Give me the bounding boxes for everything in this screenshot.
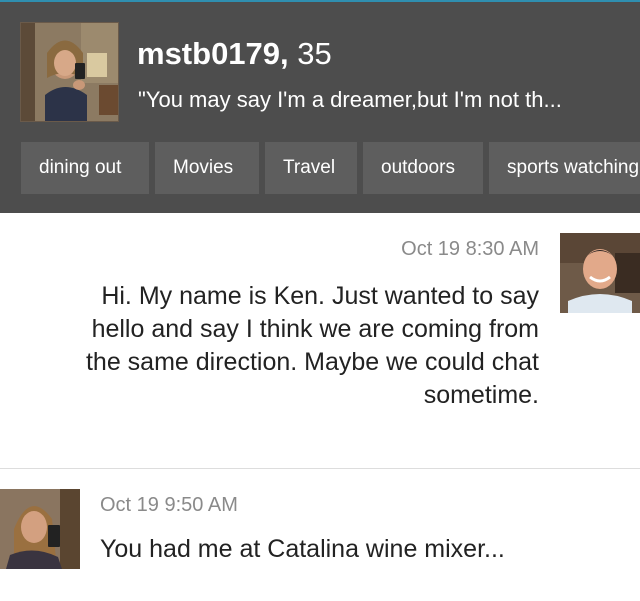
profile-photo[interactable] <box>20 22 119 122</box>
username[interactable]: mstb0179, <box>137 36 289 71</box>
interest-tag[interactable]: outdoors <box>363 142 483 194</box>
sender-avatar[interactable] <box>0 489 80 569</box>
message-text: Hi. My name is Ken. Just wanted to say h… <box>85 282 539 409</box>
interest-tag[interactable]: dining out <box>21 142 149 194</box>
interest-tags: dining out Movies Travel outdoors sports… <box>21 142 640 194</box>
message-timestamp: Oct 19 9:50 AM <box>100 494 238 516</box>
message-text: You had me at Catalina wine mixer... <box>100 535 505 563</box>
sender-avatar[interactable] <box>560 233 640 313</box>
message-timestamp: Oct 19 8:30 AM <box>401 238 539 260</box>
interest-tag[interactable]: sports watching <box>489 142 640 194</box>
age: 35 <box>297 36 332 71</box>
profile-header: mstb0179, 35 "You may say I'm a dreamer,… <box>0 0 640 213</box>
interest-tag[interactable]: Travel <box>265 142 357 194</box>
profile-tagline[interactable]: "You may say I'm a dreamer,but I'm not t… <box>138 87 562 113</box>
profile-title: mstb0179, 35 <box>137 36 332 72</box>
message-divider <box>0 468 640 469</box>
interest-tag[interactable]: Movies <box>155 142 259 194</box>
